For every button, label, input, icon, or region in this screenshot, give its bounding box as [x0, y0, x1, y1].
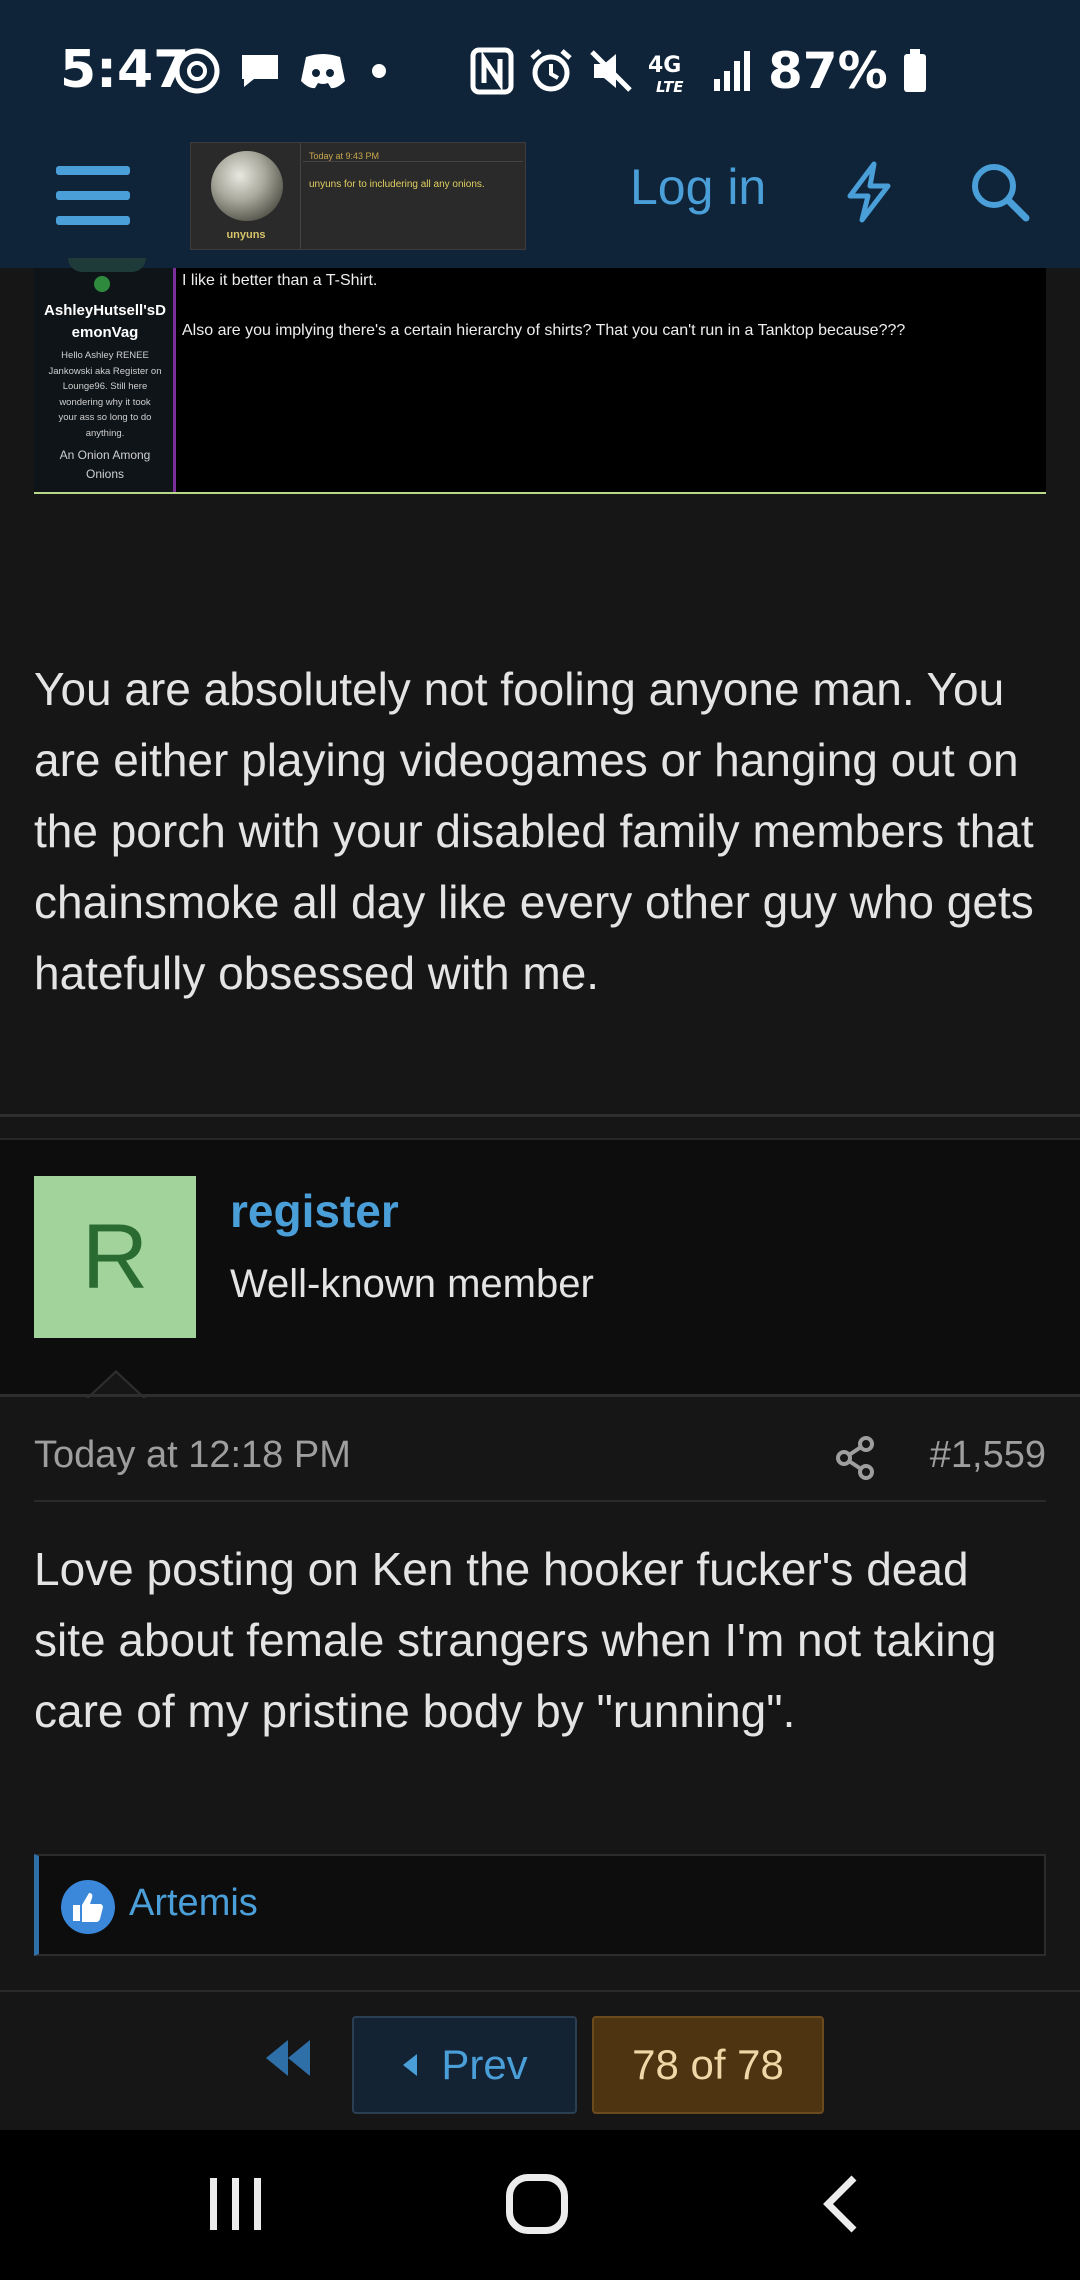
logo-avatar: [211, 151, 283, 221]
notification-icons: [172, 46, 394, 96]
android-nav-bar: [0, 2130, 1080, 2280]
search-icon[interactable]: [968, 160, 1032, 224]
mute-icon: [590, 50, 632, 92]
quoted-user-bio: Hello Ashley RENEE Jankowski aka Registe…: [48, 350, 162, 439]
post-number-link[interactable]: #1,559: [930, 1434, 1046, 1477]
back-icon[interactable]: [820, 2174, 860, 2234]
quoted-user-title: An Onion Among Onions: [59, 448, 151, 481]
share-icon[interactable]: [836, 1436, 876, 1480]
avatar[interactable]: R: [34, 1176, 196, 1338]
post-body: You are absolutely not fooling anyone ma…: [34, 663, 1034, 999]
alarm-icon: [530, 49, 572, 92]
quoted-text-line: Also are you implying there's a certain …: [182, 322, 906, 339]
quoted-avatar: [68, 258, 146, 272]
network-icon: 4GLTE: [648, 53, 684, 94]
home-icon[interactable]: [506, 2174, 568, 2234]
nfc-icon: [470, 47, 514, 95]
discord-icon: [301, 54, 345, 89]
quoted-screenshot: AshleyHutsell'sD emonVag Hello Ashley RE…: [34, 258, 1046, 494]
battery-icon: [903, 49, 926, 92]
svg-text:LTE: LTE: [656, 78, 684, 94]
status-time: 5:47: [60, 40, 190, 100]
menu-icon[interactable]: [56, 162, 130, 228]
user-title: Well-known member: [230, 1262, 594, 1306]
caret-left-icon: [403, 2054, 418, 2076]
site-header: unyuns Today at 9:43 PM unyuns for to in…: [0, 138, 1080, 268]
reactions-bar[interactable]: Artemis: [34, 1854, 1046, 1956]
first-page-icon[interactable]: [262, 2036, 314, 2080]
username-link[interactable]: register: [230, 1184, 399, 1238]
post-body: Love posting on Ken the hooker fucker's …: [34, 1543, 997, 1737]
quoted-user-panel: AshleyHutsell'sD emonVag Hello Ashley RE…: [34, 258, 176, 492]
page-navigation: Prev 78 of 78: [0, 1990, 1080, 2130]
recent-apps-icon[interactable]: [208, 2174, 264, 2234]
online-indicator: [94, 276, 110, 292]
prev-button[interactable]: Prev: [352, 2016, 577, 2114]
threads-icon: [174, 48, 220, 94]
prev-label: Prev: [441, 2041, 528, 2088]
post-date[interactable]: Today at 12:18 PM: [34, 1434, 351, 1477]
quoted-text-line: I like it better than a T-Shirt.: [182, 272, 378, 289]
logo-message: unyuns for to includering all any onions…: [309, 179, 485, 190]
quoted-username: AshleyHutsell'sD emonVag: [44, 302, 166, 341]
system-icons: 4G LTE 87%: [470, 42, 928, 100]
dot-icon: [372, 64, 386, 78]
page-selector[interactable]: 78 of 78: [592, 2016, 824, 2114]
signal-icon: [714, 51, 750, 91]
post-divider: [0, 1114, 1080, 1117]
bolt-icon[interactable]: [840, 160, 900, 224]
battery-percent: 87%: [768, 42, 888, 100]
status-bar: 5:47 4G LTE 87%: [0, 0, 1080, 138]
reaction-user[interactable]: Artemis: [129, 1882, 258, 1925]
like-icon: [61, 1880, 115, 1934]
logo-time: Today at 9:43 PM: [309, 151, 380, 161]
site-logo[interactable]: unyuns Today at 9:43 PM unyuns for to in…: [190, 142, 526, 250]
svg-text:4G: 4G: [648, 53, 681, 78]
login-link[interactable]: Log in: [630, 158, 766, 216]
chat-icon: [242, 55, 278, 87]
post-user-header: R register Well-known member: [0, 1138, 1080, 1399]
logo-username: unyuns: [226, 229, 266, 241]
